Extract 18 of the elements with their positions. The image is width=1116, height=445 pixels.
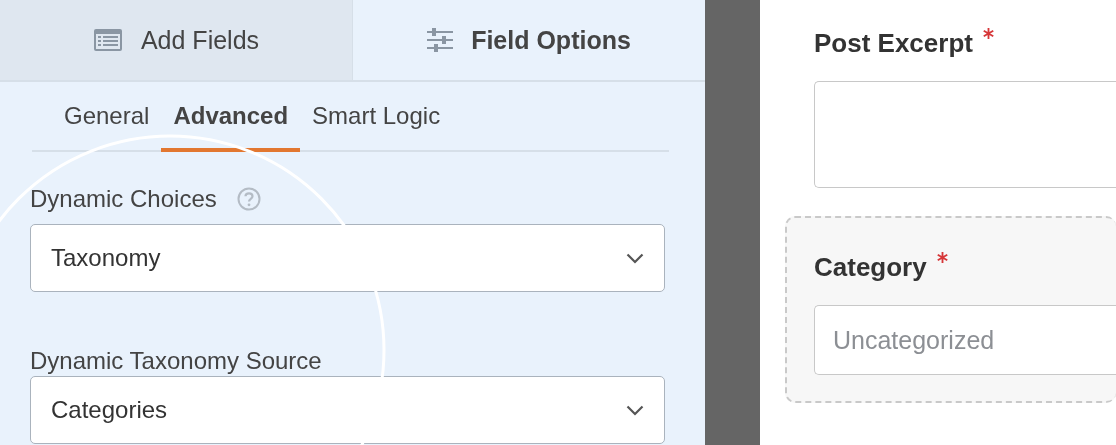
panel-tab[interactable]: Add Fields <box>0 0 353 80</box>
field-label: Dynamic Taxonomy Source <box>30 347 322 375</box>
settings-tab[interactable]: Advanced <box>161 82 301 152</box>
settings-tab[interactable]: Smart Logic <box>300 82 453 152</box>
field-label: Dynamic Choices <box>30 185 217 213</box>
list-icon <box>92 28 123 52</box>
form-field[interactable]: Post Excerpt <box>785 28 1116 188</box>
textarea-field[interactable] <box>814 81 1116 188</box>
sliders-icon <box>427 28 454 52</box>
selected-field-card[interactable]: Category Uncategorized <box>785 216 1116 403</box>
settings-tab[interactable]: General <box>52 82 162 152</box>
help-icon[interactable] <box>236 187 261 211</box>
select-field[interactable]: Categories <box>30 376 665 444</box>
chevron-down-icon <box>626 404 644 416</box>
select-field[interactable]: Taxonomy <box>30 224 665 292</box>
chevron-down-icon <box>626 252 644 264</box>
field-label: Category <box>814 252 927 283</box>
field-label: Post Excerpt <box>814 28 973 59</box>
